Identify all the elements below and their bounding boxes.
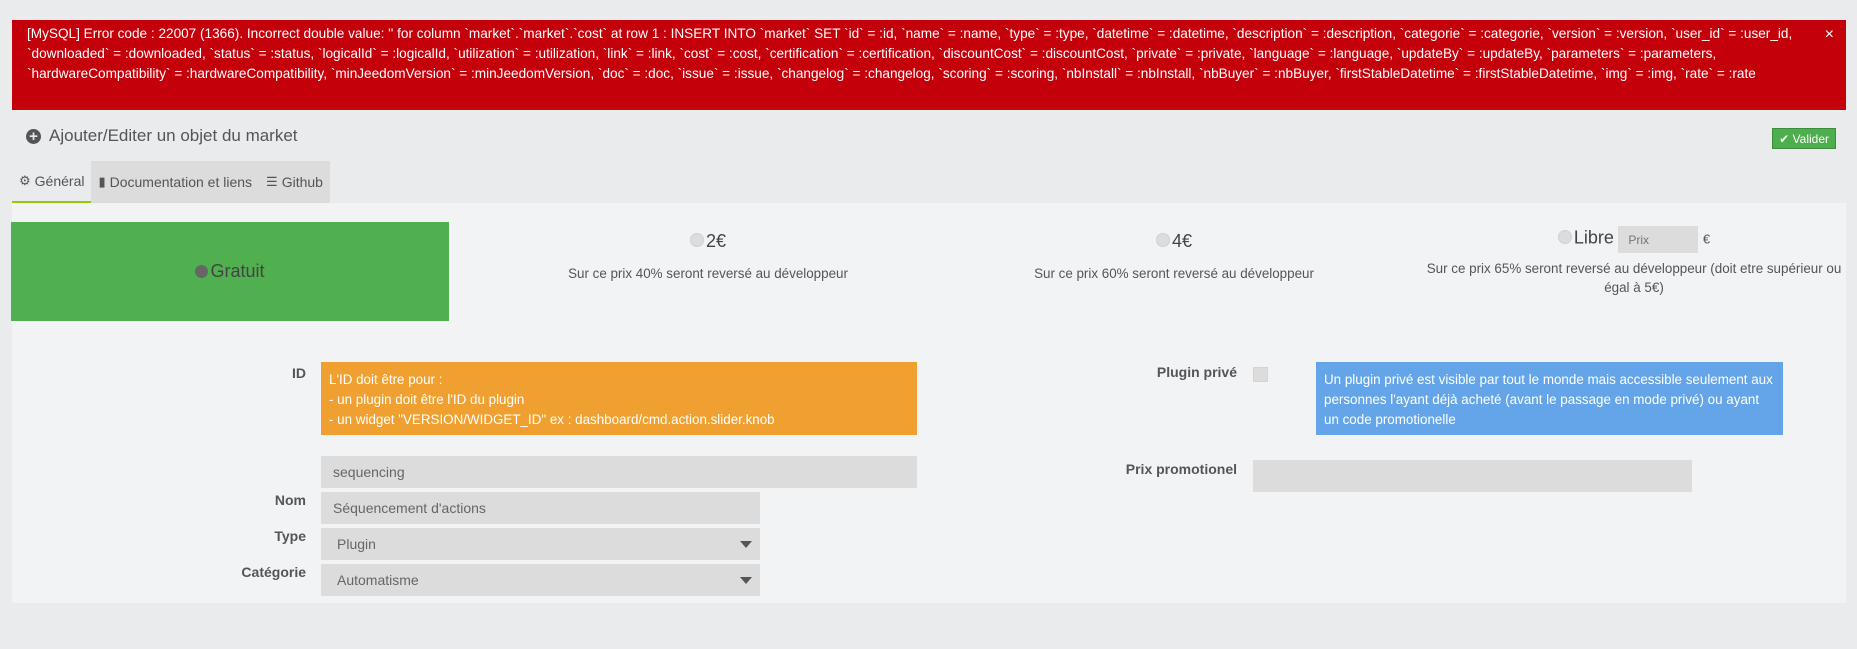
page-title-text: Ajouter/Editer un objet du market bbox=[49, 126, 298, 145]
categorie-select-value: Automatisme bbox=[337, 572, 419, 588]
radio-icon bbox=[689, 232, 704, 247]
price-2-amount: 2€ bbox=[705, 231, 727, 251]
id-help-alert: L'ID doit être pour : - un plugin doit ê… bbox=[321, 362, 917, 435]
private-checkbox[interactable] bbox=[1253, 367, 1268, 382]
type-label: Type bbox=[274, 528, 306, 544]
plus-circle-icon: + bbox=[26, 128, 41, 144]
price-option-libre[interactable]: Libre € Sur ce prix 65% seront reversé a… bbox=[1409, 226, 1857, 297]
database-icon: ☰ bbox=[266, 174, 278, 189]
radio-icon bbox=[1557, 229, 1572, 244]
tab-bar: ⚙ Général ▮ Documentation et liens ☰ Git… bbox=[12, 161, 330, 203]
categorie-select[interactable]: Automatisme bbox=[321, 564, 760, 596]
id-help-line: - un widget "VERSION/WIDGET_ID" ex : das… bbox=[329, 412, 775, 427]
price-option-2[interactable]: 2€ Sur ce prix 40% seront reversé au dév… bbox=[549, 231, 867, 283]
private-help-alert: Un plugin privé est visible par tout le … bbox=[1316, 362, 1783, 435]
check-icon: ✔ bbox=[1779, 132, 1790, 146]
tab-github[interactable]: ☰ Github bbox=[259, 161, 330, 203]
tab-general[interactable]: ⚙ Général bbox=[12, 161, 92, 203]
error-alert: [MySQL] Error code : 22007 (1366). Incor… bbox=[12, 20, 1846, 110]
categorie-label: Catégorie bbox=[241, 564, 306, 580]
currency-label: € bbox=[1702, 231, 1711, 247]
price-free-label: Gratuit bbox=[210, 261, 265, 281]
nom-input[interactable]: Séquencement d'actions bbox=[321, 492, 760, 524]
tab-documentation-label: Documentation et liens bbox=[109, 174, 253, 190]
chevron-down-icon bbox=[740, 541, 752, 548]
price-2-note: Sur ce prix 40% seront reversé au dévelo… bbox=[568, 266, 848, 281]
price-option-4[interactable]: 4€ Sur ce prix 60% seront reversé au dév… bbox=[1015, 231, 1333, 283]
promo-input[interactable] bbox=[1253, 460, 1692, 492]
price-4-note: Sur ce prix 60% seront reversé au dévelo… bbox=[1034, 266, 1314, 281]
cogs-icon: ⚙ bbox=[19, 173, 31, 188]
price-libre-input[interactable] bbox=[1618, 226, 1699, 253]
radio-selected-icon bbox=[195, 265, 209, 278]
id-label: ID bbox=[292, 365, 306, 381]
price-4-amount: 4€ bbox=[1171, 231, 1193, 251]
price-libre-label: Libre bbox=[1573, 227, 1614, 248]
promo-label: Prix promotionel bbox=[1125, 461, 1237, 477]
page-title: + Ajouter/Editer un objet du market bbox=[26, 126, 298, 146]
close-icon[interactable]: × bbox=[1825, 25, 1834, 45]
id-help-line: - un plugin doit être l'ID du plugin bbox=[329, 392, 525, 407]
id-help-line: L'ID doit être pour : bbox=[329, 372, 443, 387]
private-label: Plugin privé bbox=[1156, 364, 1237, 380]
chevron-down-icon bbox=[740, 577, 752, 584]
type-select-value: Plugin bbox=[337, 536, 376, 552]
valider-label: Valider bbox=[1792, 132, 1829, 146]
general-panel: Gratuit 2€ Sur ce prix 40% seront revers… bbox=[11, 203, 1846, 603]
radio-icon bbox=[1155, 232, 1170, 247]
tab-general-label: Général bbox=[34, 173, 85, 189]
price-option-free[interactable]: Gratuit bbox=[11, 222, 449, 321]
book-icon: ▮ bbox=[98, 174, 106, 189]
id-input[interactable]: sequencing bbox=[321, 456, 917, 488]
tab-github-label: Github bbox=[281, 174, 323, 190]
tab-documentation[interactable]: ▮ Documentation et liens bbox=[91, 161, 260, 203]
valider-button[interactable]: ✔ Valider bbox=[1772, 128, 1836, 149]
page-header: + Ajouter/Editer un objet du market ✔ Va… bbox=[12, 120, 1846, 162]
nom-label: Nom bbox=[274, 492, 306, 508]
price-libre-note: Sur ce prix 65% seront reversé au dévelo… bbox=[1426, 261, 1842, 295]
error-message: [MySQL] Error code : 22007 (1366). Incor… bbox=[27, 26, 1793, 81]
type-select[interactable]: Plugin bbox=[321, 528, 760, 560]
